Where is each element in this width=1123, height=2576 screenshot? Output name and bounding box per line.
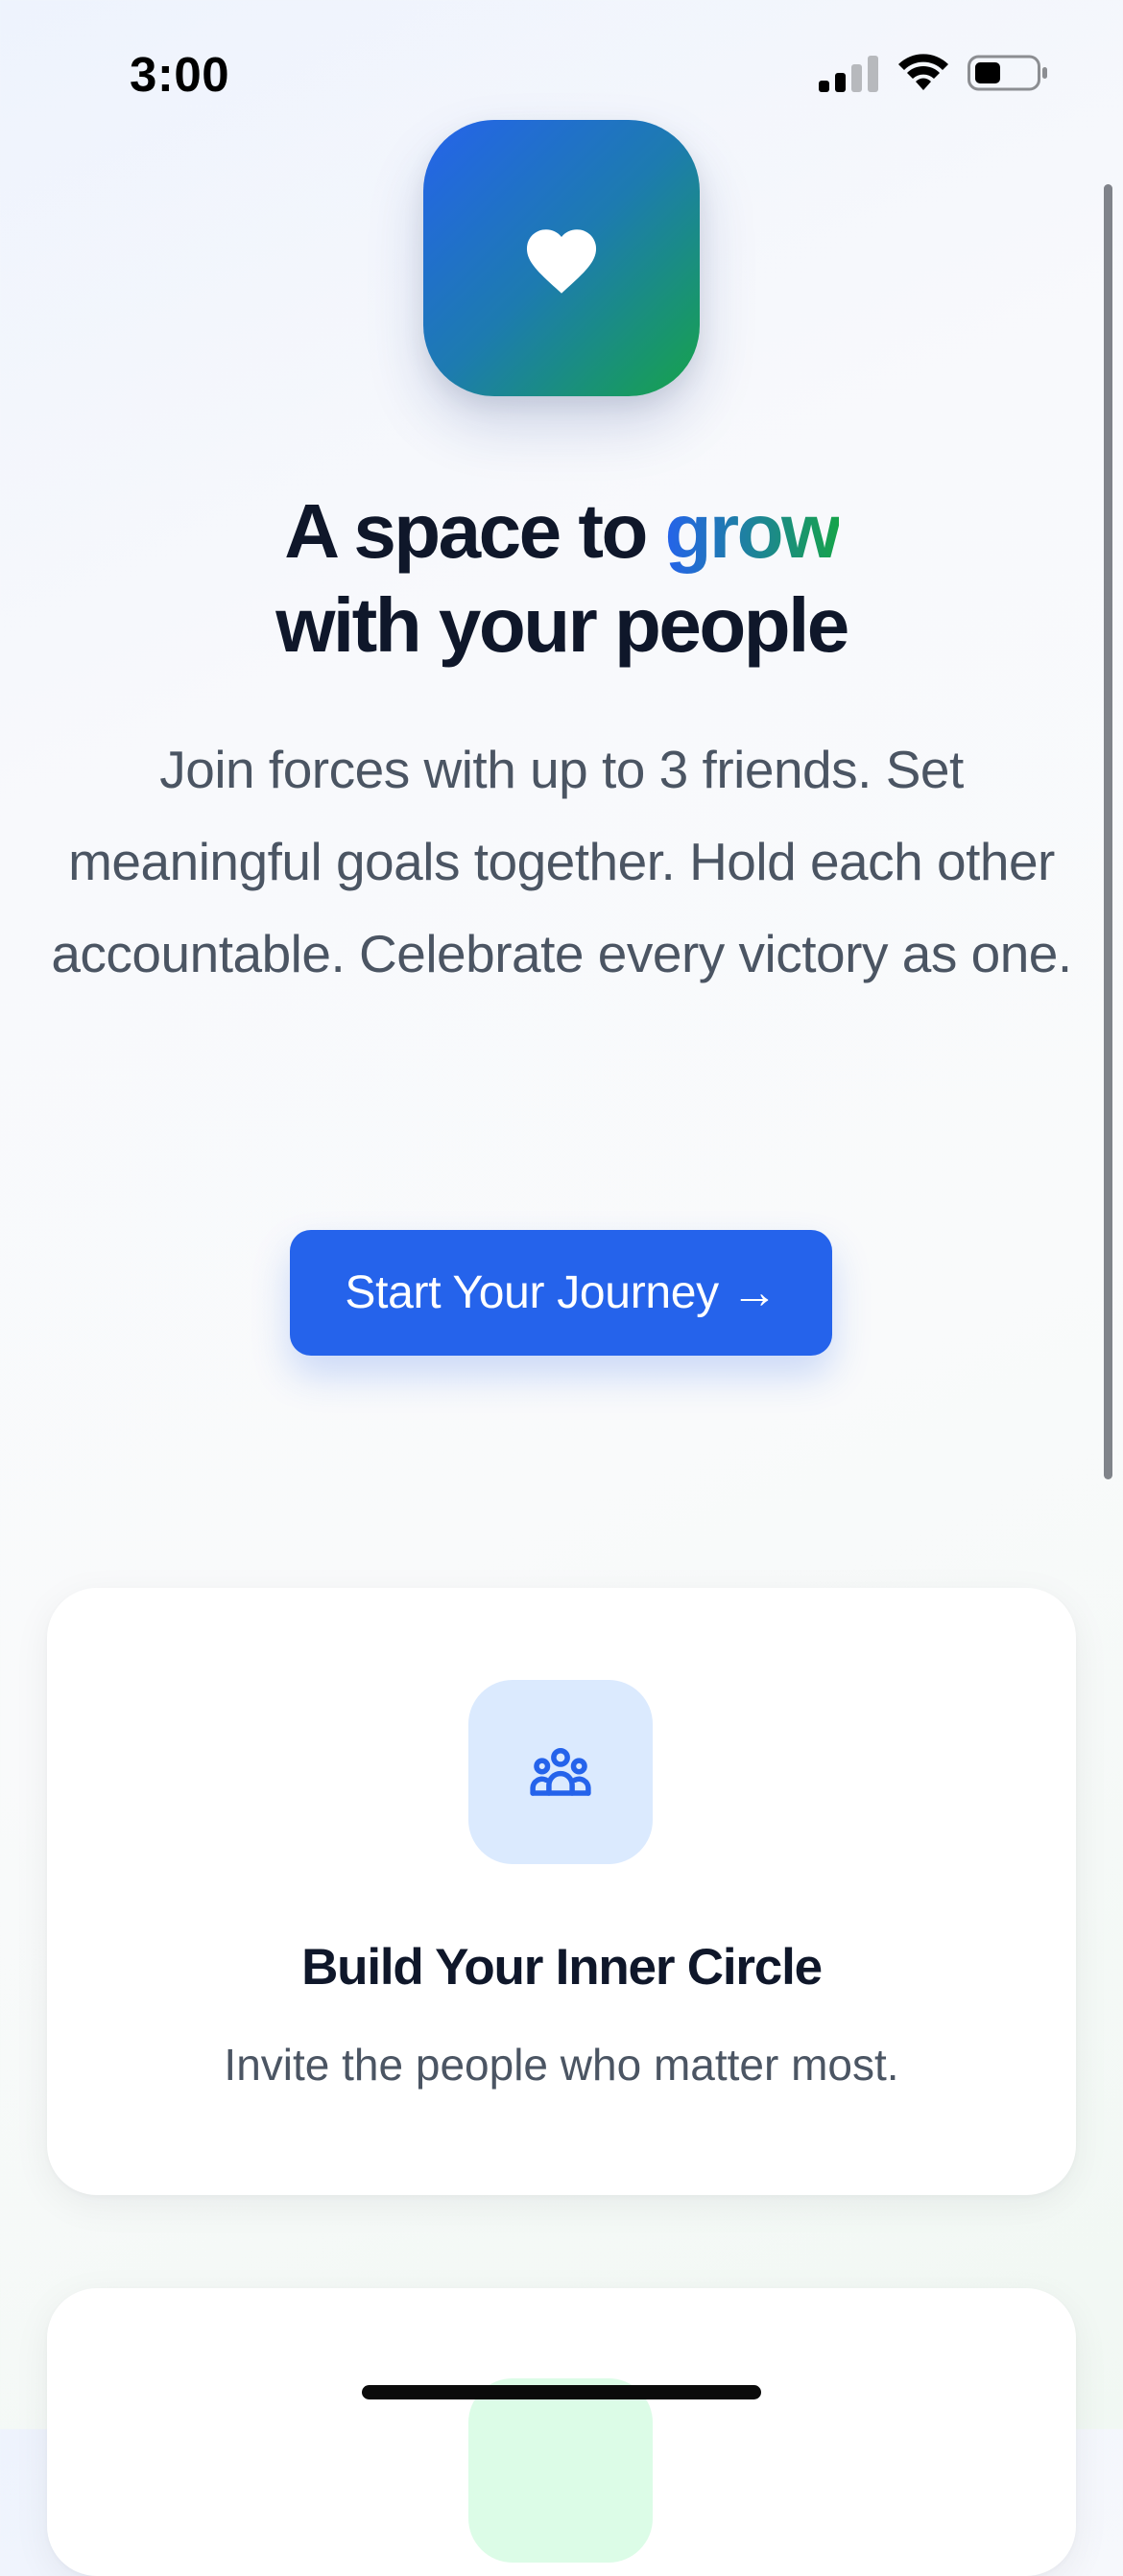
- signal-icon: [819, 56, 878, 92]
- heart-icon: [526, 229, 597, 294]
- feature-icon-box: [468, 2378, 653, 2563]
- headline-suffix: with your people: [275, 582, 849, 668]
- hero-headline: A space to grow with your people: [0, 484, 1123, 673]
- feature-description: Invite the people who matter most.: [224, 2040, 899, 2090]
- home-indicator[interactable]: [362, 2385, 761, 2399]
- hero-subtitle: Join forces with up to 3 friends. Set me…: [51, 740, 1072, 983]
- start-journey-button[interactable]: Start Your Journey →: [290, 1230, 832, 1356]
- status-time: 3:00: [130, 47, 230, 102]
- scroll-indicator[interactable]: [1104, 184, 1112, 1479]
- feature-card-2: [47, 2288, 1076, 2576]
- wifi-icon: [898, 54, 948, 90]
- battery-icon: [968, 55, 1047, 91]
- feature-icon-box: [468, 1680, 653, 1864]
- headline-accent: grow: [664, 488, 842, 574]
- group-icon: [530, 1747, 591, 1796]
- feature-title: Build Your Inner Circle: [301, 1939, 823, 1996]
- app-logo: [423, 120, 700, 396]
- headline-prefix: A space to: [284, 488, 665, 574]
- feature-card-inner-circle: Build Your Inner Circle Invite the peopl…: [47, 1588, 1076, 2195]
